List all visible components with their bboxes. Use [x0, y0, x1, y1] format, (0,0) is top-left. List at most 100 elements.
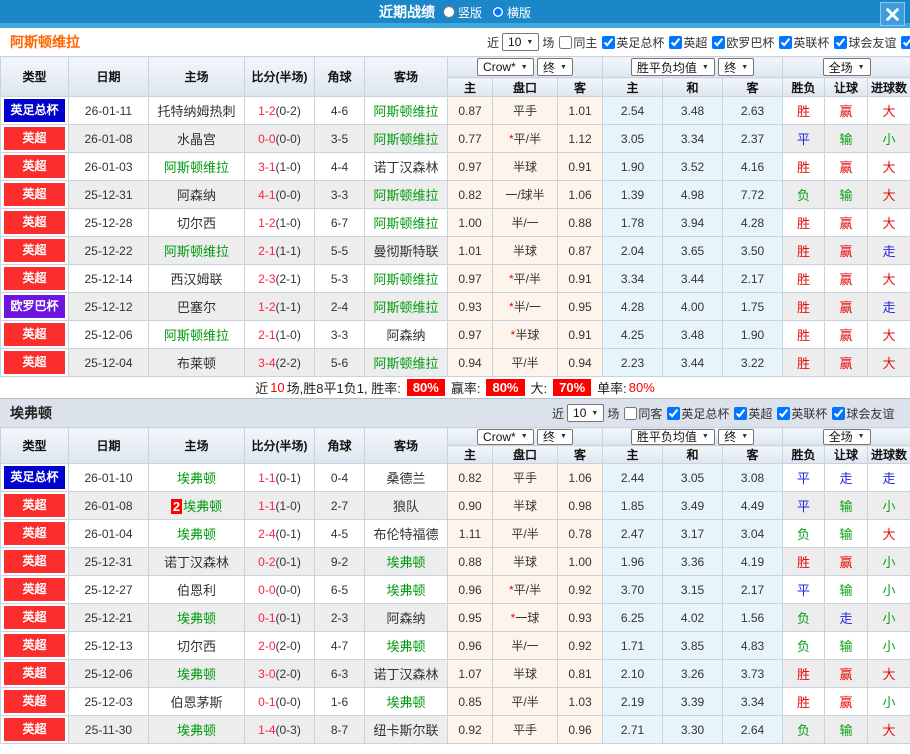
home-team-label: 诺丁汉森林	[163, 555, 229, 570]
win-rate-badge: 80%	[406, 379, 445, 396]
checkbox-icon[interactable]	[602, 35, 616, 49]
layout-radio-horizontal[interactable]: 横版	[492, 4, 531, 21]
section-header-bar: 埃弗顿 近 10 ▼ 场同客 英足总杯 英超 英联杯 球会友谊	[0, 398, 910, 427]
fulltime-score: 1-2	[258, 215, 276, 230]
score: 2-3(2-1)	[244, 264, 315, 293]
scope-select[interactable]: 全场 ▼	[822, 58, 871, 76]
score: 0-0(0-0)	[244, 575, 315, 604]
avg-final-select[interactable]: 终 ▼	[718, 58, 755, 76]
col-handicap: 盘口	[492, 77, 558, 97]
summary-near: 近	[255, 381, 269, 396]
col-result-goals: 进球数	[867, 77, 910, 97]
away-team: 纽卡斯尔联	[364, 715, 448, 744]
league-checkbox[interactable]: 英足总杯	[665, 405, 729, 422]
checkbox-icon[interactable]	[669, 35, 683, 49]
away-team: 狼队	[364, 491, 448, 520]
odds-home: 0.92	[447, 715, 493, 744]
avg-final-select-value: 终	[724, 430, 737, 444]
fulltime-score: 2-4	[258, 526, 276, 541]
checkbox-icon[interactable]	[901, 35, 910, 49]
league-checkbox[interactable]: 球会友谊	[830, 405, 894, 422]
home-team-label: 切尔西	[176, 639, 216, 654]
checkbox-icon[interactable]	[777, 406, 791, 420]
home-team-label: 托特纳姆热刺	[157, 104, 236, 119]
away-team: 阿斯顿维拉	[364, 348, 448, 377]
odds-final-select-value: 终	[543, 60, 556, 75]
summary-line: 近 10 场,胜8平1负1, 胜率: 80% 赢率: 80% 大: 70% 单率: …	[0, 377, 910, 398]
avg-home: 2.54	[602, 96, 664, 125]
away-team-label: 埃弗顿	[386, 555, 426, 570]
team-name: 埃弗顿	[10, 405, 52, 421]
result-handicap: 输	[824, 519, 869, 548]
odds-home: 0.88	[447, 547, 493, 576]
result-outcome: 负	[782, 180, 826, 209]
score: 0-1(0-1)	[244, 603, 315, 632]
radio-icon[interactable]	[442, 6, 455, 18]
home-team: 切尔西	[148, 208, 245, 237]
odds-final-select[interactable]: 终 ▼	[537, 58, 573, 76]
avg-header-group: 胜平负均值 ▼ 终 ▼	[602, 427, 784, 446]
checkbox-icon[interactable]	[712, 35, 726, 49]
result-goals: 小	[867, 547, 910, 576]
home-team-label: 水晶宫	[176, 132, 216, 147]
avg-type-select[interactable]: 胜平负均值 ▼	[630, 428, 715, 445]
avg-final-select-value: 终	[724, 60, 737, 75]
result-outcome: 胜	[782, 96, 826, 125]
corners: 4-6	[314, 96, 365, 125]
avg-away: 1.75	[722, 292, 784, 321]
avg-home: 3.05	[602, 124, 664, 153]
match-count-select[interactable]: 10 ▼	[567, 404, 605, 422]
league-tag: 英超	[0, 715, 69, 744]
score: 1-2(0-2)	[244, 96, 315, 125]
avg-final-select[interactable]: 终 ▼	[718, 428, 755, 445]
close-button[interactable]	[880, 2, 905, 26]
checkbox-icon[interactable]	[734, 406, 748, 420]
scope-select[interactable]: 全场 ▼	[822, 428, 871, 445]
bookmaker-select[interactable]: Crow* ▼	[477, 428, 534, 445]
league-checkbox[interactable]: 英超	[732, 405, 772, 422]
same-venue-checkbox[interactable]: 同客	[622, 405, 662, 422]
avg-draw: 3.48	[662, 96, 724, 125]
corners: 3-5	[314, 124, 365, 153]
league-checkbox[interactable]: 英联杯	[777, 34, 829, 51]
checkbox-icon[interactable]	[832, 406, 846, 420]
league-checkbox[interactable]: 英超	[667, 34, 707, 51]
league-tag: 英超	[0, 687, 69, 716]
corners: 6-5	[314, 575, 365, 604]
checkbox-icon[interactable]	[834, 35, 848, 49]
checkbox-icon[interactable]	[779, 35, 793, 49]
avg-type-select[interactable]: 胜平负均值 ▼	[630, 58, 715, 76]
radio-icon[interactable]	[492, 6, 504, 18]
fulltime-score: 1-2	[258, 103, 276, 118]
checkbox-icon[interactable]	[559, 35, 573, 49]
chevron-down-icon: ▼	[520, 63, 528, 71]
result-handicap: 赢	[824, 348, 869, 377]
avg-home: 2.10	[602, 659, 664, 688]
rank-badge: 2	[170, 499, 183, 514]
handicap: 半球	[492, 152, 558, 181]
same-venue-checkbox[interactable]: 同主	[557, 34, 597, 51]
bookmaker-select[interactable]: Crow* ▼	[477, 58, 534, 76]
result-outcome: 胜	[782, 264, 826, 293]
scope-header-group: 全场 ▼	[782, 56, 910, 78]
league-checkbox[interactable]: 英足总杯	[600, 34, 664, 51]
match-date: 26-01-08	[68, 491, 149, 520]
checkbox-icon[interactable]	[667, 406, 681, 420]
halftime-score: (1-0)	[275, 159, 301, 174]
avg-away: 2.37	[722, 124, 784, 153]
checkbox-icon[interactable]	[624, 406, 638, 420]
league-checkbox[interactable]: 球会友谊	[832, 34, 896, 51]
handicap: 一/球半	[492, 180, 558, 209]
match-count-select[interactable]: 10 ▼	[502, 33, 540, 51]
match-row: 英超 25-12-03 伯恩茅斯 0-1(0-0) 1-6 埃弗顿 0.85 平/半 1.03 2…	[0, 687, 910, 716]
layout-radio-vertical[interactable]: 竖版	[442, 4, 482, 21]
odds-final-select[interactable]: 终 ▼	[537, 428, 573, 445]
col-avg-draw: 和	[662, 445, 724, 464]
league-checkbox[interactable]: 欧冠杯	[899, 34, 910, 51]
league-checkbox[interactable]: 英联杯	[775, 405, 827, 422]
league-tag-label: 英超	[4, 323, 65, 346]
home-team: 阿斯顿维拉	[148, 236, 245, 265]
away-team: 埃弗顿	[364, 631, 448, 660]
match-row: 英超 26-01-04 埃弗顿 2-4(0-1) 4-5 布伦特福德 1.11 平/半 0.78…	[0, 519, 910, 548]
league-checkbox[interactable]: 欧罗巴杯	[710, 34, 774, 51]
